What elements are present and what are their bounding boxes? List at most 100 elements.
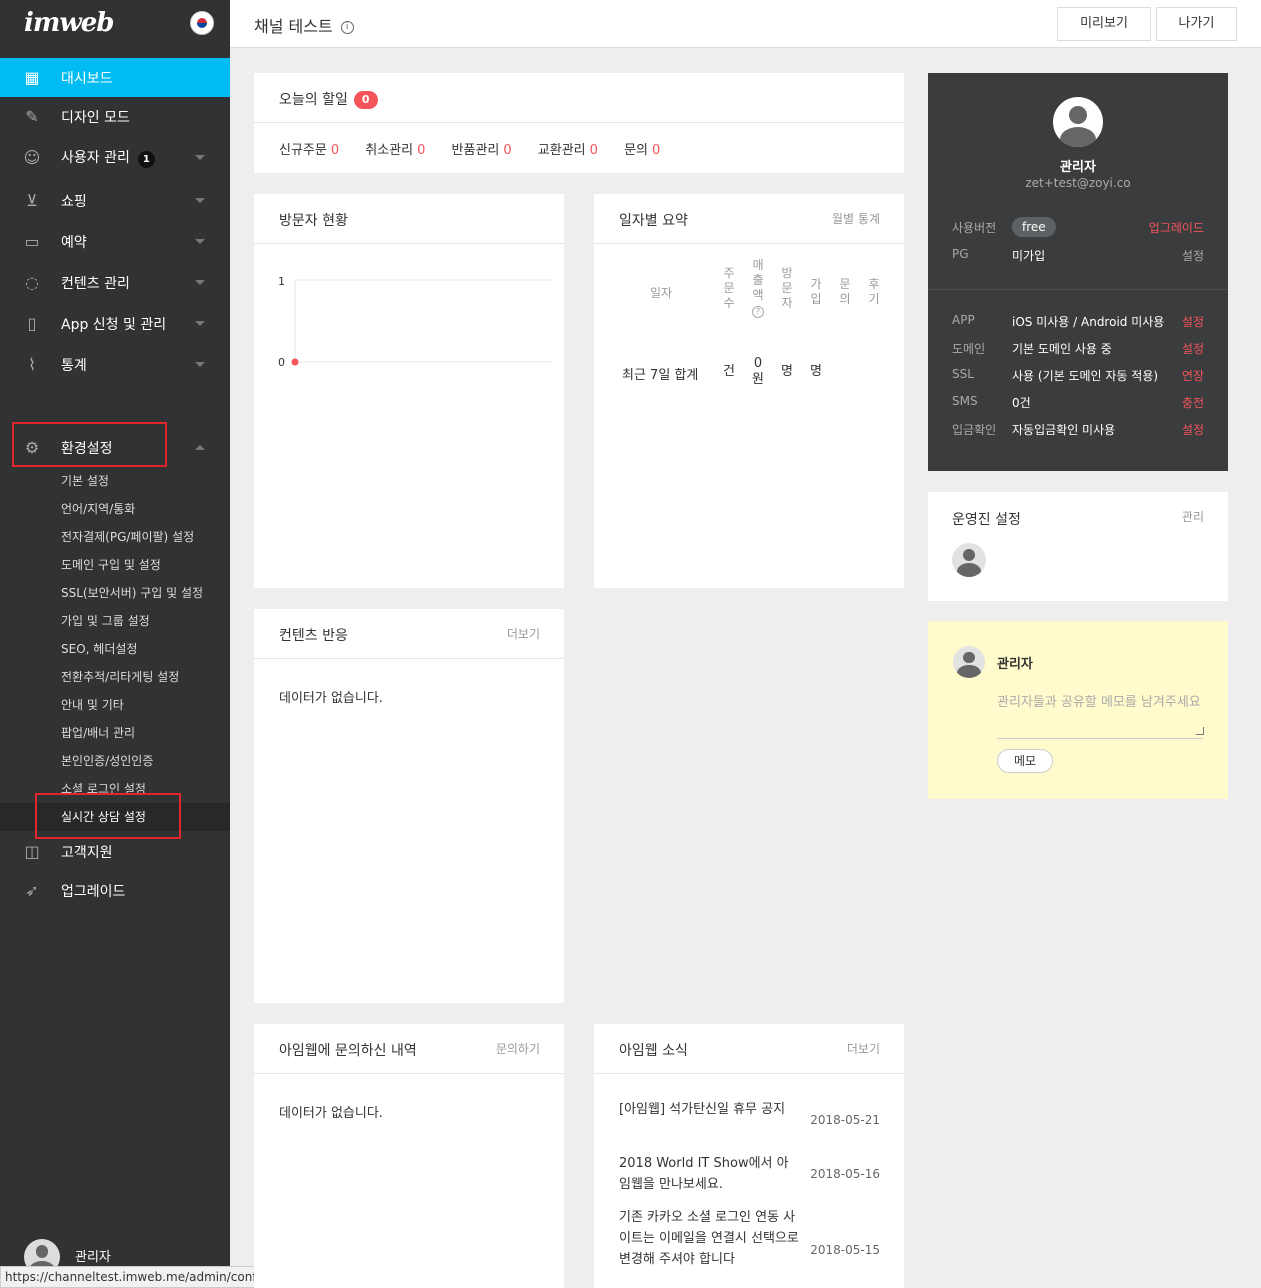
chevron-down-icon — [195, 280, 205, 285]
design-icon: ✎ — [25, 106, 39, 126]
y-tick-label: 1 — [278, 275, 285, 288]
app-settings-link[interactable]: 설정 — [1182, 313, 1204, 330]
todo-cancel[interactable]: 취소관리 0 — [365, 143, 425, 158]
resize-handle-icon[interactable] — [1196, 727, 1204, 735]
news-more-link[interactable]: 더보기 — [847, 1040, 880, 1057]
admin-info-card: 관리자 zet+test@zoyi.co 사용버전 free 업그레이드 PG … — [928, 73, 1228, 471]
col-review: 후기 — [868, 277, 880, 306]
pg-row: PG 미가입 설정 — [952, 247, 1204, 264]
plan-row: 사용버전 free 업그레이드 — [952, 217, 1204, 237]
recent-7days-label: 최근 7일 합계 — [622, 368, 699, 383]
sidebar-item-app[interactable]: ▯ App 신청 및 관리 — [0, 304, 230, 343]
preview-button[interactable]: 미리보기 — [1057, 7, 1151, 41]
sms-charge-link[interactable]: 충전 — [1182, 394, 1204, 411]
highlight-box-settings — [12, 422, 167, 467]
phone-icon: ▯ — [27, 313, 37, 333]
settings-sub-guide[interactable]: 안내 및 기타 — [0, 691, 230, 719]
settings-sub-basic[interactable]: 기본 설정 — [0, 467, 230, 495]
upgrade-link[interactable]: 업그레이드 — [1149, 219, 1204, 236]
sidebar-item-contents[interactable]: ◌ 컨텐츠 관리 — [0, 263, 230, 302]
page-title: 채널 테스트 — [254, 17, 333, 36]
ssl-row: SSL 사용 (기본 도메인 자동 적용) 연장 — [952, 367, 1204, 384]
todo-return[interactable]: 반품관리 0 — [452, 143, 512, 158]
staff-avatar[interactable] — [952, 543, 986, 577]
todo-items: 신규주문 0 취소관리 0 반품관리 0 교환관리 0 문의 0 — [279, 139, 682, 158]
plan-badge: free — [1012, 217, 1056, 237]
y-tick-label: 0 — [278, 356, 285, 369]
deposit-row: 입금확인 자동입금확인 미사용 설정 — [952, 421, 1204, 438]
sidebar-item-dashboard[interactable]: ▦ 대시보드 — [0, 58, 230, 97]
settings-sub-popup[interactable]: 팝업/배너 관리 — [0, 719, 230, 747]
info-icon[interactable]: i — [340, 21, 354, 34]
exit-button[interactable]: 나가기 — [1156, 7, 1237, 41]
news-item[interactable]: 2018 World IT Show에서 아임웹을 만나보세요. — [619, 1153, 799, 1195]
help-icon[interactable]: ? — [752, 306, 764, 318]
value-visitors: 명 — [781, 364, 793, 379]
col-visitors: 방문자 — [781, 266, 793, 310]
chart-point — [291, 358, 299, 366]
ssl-extend-link[interactable]: 연장 — [1182, 367, 1204, 384]
user-count-badge: 1 — [137, 151, 155, 168]
settings-sub-language[interactable]: 언어/지역/통화 — [0, 495, 230, 523]
chevron-down-icon — [195, 155, 205, 160]
pg-settings-link[interactable]: 설정 — [1182, 247, 1204, 264]
news-date: 2018-05-16 — [810, 1167, 880, 1181]
news-item[interactable]: [아임웹] 석가탄신일 휴무 공지 — [619, 1099, 799, 1120]
chevron-down-icon — [195, 321, 205, 326]
user-icon: ☺ — [23, 147, 41, 167]
todo-inquiry[interactable]: 문의 0 — [624, 143, 660, 158]
settings-sub-seo[interactable]: SEO, 헤더설정 — [0, 635, 230, 663]
col-signup: 가입 — [810, 277, 822, 306]
contents-card: 컨텐츠 반응 더보기 데이터가 없습니다. — [254, 609, 564, 1003]
sidebar-item-stats[interactable]: ⌇ 통계 — [0, 345, 230, 384]
todo-exchange[interactable]: 교환관리 0 — [538, 143, 598, 158]
visitor-chart: 1 0 — [278, 275, 551, 369]
news-date: 2018-05-15 — [810, 1243, 880, 1257]
sidebar-item-design[interactable]: ✎ 디자인 모드 — [0, 97, 230, 136]
staff-title: 운영진 설정 — [952, 512, 1021, 528]
top-header: 채널 테스트 i 미리보기 나가기 — [230, 0, 1261, 48]
staff-manage-link[interactable]: 관리 — [1182, 508, 1204, 525]
monthly-stats-link[interactable]: 월별 통계 — [832, 210, 880, 227]
sidebar-item-support[interactable]: ◫ 고객지원 — [0, 832, 230, 871]
staff-card: 운영진 설정 관리 — [928, 492, 1228, 601]
settings-sub-ssl[interactable]: SSL(보안서버) 구입 및 설정 — [0, 579, 230, 607]
memo-card: 관리자 관리자들과 공유할 메모를 남겨주세요 메모 — [928, 621, 1228, 799]
chevron-down-icon — [195, 198, 205, 203]
col-inquiry: 문의 — [839, 277, 851, 306]
cart-icon: ⊻ — [26, 190, 38, 210]
sidebar-item-upgrade[interactable]: ➶ 업그레이드 — [0, 871, 230, 910]
app-row: APP iOS 미사용 / Android 미사용 설정 — [952, 313, 1204, 330]
domain-settings-link[interactable]: 설정 — [1182, 340, 1204, 357]
value-signup: 명 — [810, 364, 822, 379]
todo-new-orders[interactable]: 신규주문 0 — [279, 143, 339, 158]
summary-title: 일자별 요약 — [619, 213, 688, 229]
inquiry-link[interactable]: 문의하기 — [496, 1040, 540, 1057]
settings-sub-payment[interactable]: 전자결제(PG/페이팔) 설정 — [0, 523, 230, 551]
settings-sub-domain[interactable]: 도메인 구입 및 설정 — [0, 551, 230, 579]
settings-sub-tracking[interactable]: 전환추적/리타게팅 설정 — [0, 663, 230, 691]
news-item[interactable]: 기존 카카오 소셜 로그인 연동 사이트는 이메일을 연결시 선택으로 변경해 … — [619, 1207, 799, 1270]
memo-submit-button[interactable]: 메모 — [997, 749, 1053, 773]
deposit-settings-link[interactable]: 설정 — [1182, 421, 1204, 438]
contents-more-link[interactable]: 더보기 — [507, 625, 540, 642]
admin-avatar — [1053, 97, 1103, 147]
sidebar-item-shopping[interactable]: ⊻ 쇼핑 — [0, 181, 230, 220]
imweb-logo[interactable]: imweb — [24, 8, 114, 38]
col-sales: 매출액 ? — [752, 258, 764, 318]
admin-name: 관리자 — [1060, 160, 1096, 175]
chevron-down-icon — [195, 362, 205, 367]
todo-card: 오늘의 할일 0 신규주문 0 취소관리 0 반품관리 0 교환관리 0 문의 0 — [254, 73, 904, 173]
contents-empty: 데이터가 없습니다. — [279, 691, 383, 706]
rocket-icon: ➶ — [25, 880, 39, 900]
settings-sub-signup[interactable]: 가입 및 그룹 설정 — [0, 607, 230, 635]
korea-flag-icon[interactable] — [190, 11, 214, 35]
memo-textarea[interactable]: 관리자들과 공유할 메모를 남겨주세요 — [997, 693, 1203, 739]
chevron-down-icon — [195, 239, 205, 244]
sidebar-item-reservation[interactable]: ▭ 예약 — [0, 222, 230, 261]
sidebar-item-users[interactable]: ☺ 사용자 관리 1 — [0, 138, 230, 177]
settings-sub-verification[interactable]: 본인인증/성인인증 — [0, 747, 230, 775]
visitors-title: 방문자 현황 — [279, 213, 348, 229]
news-title: 아임웹 소식 — [619, 1043, 688, 1059]
memo-author: 관리자 — [997, 657, 1033, 672]
